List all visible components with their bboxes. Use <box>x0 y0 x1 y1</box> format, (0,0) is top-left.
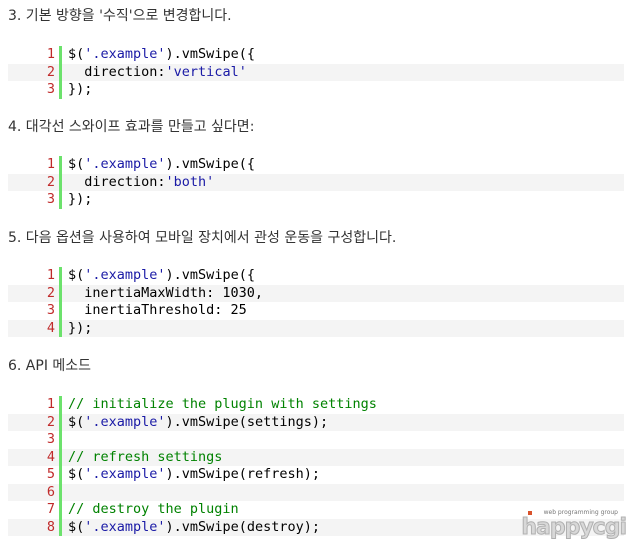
code-token: $( <box>68 46 85 62</box>
code-text: }); <box>62 320 92 338</box>
code-token: // refresh settings <box>68 448 223 465</box>
line-number: 3 <box>8 191 62 209</box>
article-page: 3. 기본 방향을 '수직'으로 변경합니다. 1 $('.example').v… <box>0 0 632 547</box>
code-text: }); <box>62 191 92 209</box>
code-token: ).vmSwipe({ <box>165 156 255 172</box>
section-3-heading: 3. 기본 방향을 '수직'으로 변경합니다. <box>8 8 232 24</box>
line-number: 1 <box>8 267 62 285</box>
line-number: 1 <box>8 156 62 174</box>
line-number: 2 <box>8 173 62 191</box>
code-line: 1 $('.example').vmSwipe({ <box>8 46 624 64</box>
code-token: $( <box>68 267 85 283</box>
code-block-inertia-options: 1 $('.example').vmSwipe({2 inertiaMaxWidt… <box>8 267 624 337</box>
code-text: $('.example').vmSwipe(settings); <box>62 414 328 432</box>
code-text: // destroy the plugin <box>62 501 239 519</box>
watermark-logo: happycgi <box>521 515 628 541</box>
code-line: 3 <box>8 431 624 449</box>
code-line: 3}); <box>8 191 624 209</box>
code-token: '.example' <box>84 156 166 172</box>
code-text: $('.example').vmSwipe(destroy); <box>62 519 320 537</box>
code-block-direction-both: 1 $('.example').vmSwipe({2 direction:'bot… <box>8 156 624 209</box>
code-line: 2 inertiaMaxWidth: 1030, <box>8 284 624 303</box>
code-text: $('.example').vmSwipe(refresh); <box>62 466 320 484</box>
line-number: 3 <box>8 302 62 320</box>
code-text: $('.example').vmSwipe({ <box>62 156 255 174</box>
code-line: 1 // initialize the plugin with settings <box>8 396 624 414</box>
line-number: 2 <box>8 63 62 81</box>
code-token: }); <box>68 319 93 336</box>
code-token: direction: <box>68 63 166 80</box>
code-token: // destroy the plugin <box>68 501 239 517</box>
code-line: 2 direction:'vertical' <box>8 63 624 82</box>
line-number: 7 <box>8 501 62 519</box>
code-token: '.example' <box>84 466 166 482</box>
code-token: ).vmSwipe(refresh); <box>165 466 320 482</box>
line-number: 4 <box>8 448 62 466</box>
line-number: 5 <box>8 466 62 484</box>
code-token: $( <box>68 413 85 430</box>
code-line: 4 // refresh settings <box>8 448 624 467</box>
line-number: 2 <box>8 284 62 302</box>
code-token: ).vmSwipe(destroy); <box>165 518 320 535</box>
code-token: inertiaThreshold: 25 <box>68 302 247 318</box>
code-token: $( <box>68 466 85 482</box>
code-token: 'vertical' <box>165 63 247 80</box>
code-token: '.example' <box>84 46 166 62</box>
code-line: 2 $('.example').vmSwipe(settings); <box>8 413 624 432</box>
line-number: 3 <box>8 81 62 99</box>
code-token: inertiaMaxWidth: 1030, <box>68 284 264 301</box>
code-line: 1 $('.example').vmSwipe({ <box>8 156 624 174</box>
code-token: direction: <box>68 173 166 190</box>
code-text: // initialize the plugin with settings <box>62 396 377 414</box>
line-number: 1 <box>8 396 62 414</box>
line-number: 8 <box>8 518 62 536</box>
code-token: }); <box>68 81 93 97</box>
section-4-heading: 4. 대각선 스와이프 효과를 만들고 싶다면: <box>8 119 255 135</box>
code-text: // refresh settings <box>62 449 222 467</box>
code-text: inertiaMaxWidth: 1030, <box>62 285 263 303</box>
line-number: 3 <box>8 431 62 449</box>
code-line: 3 inertiaThreshold: 25 <box>8 302 624 320</box>
code-text: }); <box>62 81 92 99</box>
code-token: '.example' <box>84 518 166 535</box>
code-token: '.example' <box>84 267 166 283</box>
code-token: ).vmSwipe({ <box>165 46 255 62</box>
code-block-direction-vertical: 1 $('.example').vmSwipe({2 direction:'ver… <box>8 46 624 99</box>
code-line: 4}); <box>8 319 624 338</box>
happycgi-watermark: web programming group happycgi <box>521 509 628 541</box>
line-number: 6 <box>8 483 62 501</box>
code-line: 1 $('.example').vmSwipe({ <box>8 267 624 285</box>
line-number: 1 <box>8 46 62 64</box>
code-token: }); <box>68 191 93 207</box>
code-token: '.example' <box>84 413 166 430</box>
section-5-heading: 5. 다음 옵션을 사용하여 모바일 장치에서 관성 운동을 구성합니다. <box>8 230 397 246</box>
code-token: ).vmSwipe({ <box>165 267 255 283</box>
code-text: inertiaThreshold: 25 <box>62 302 247 320</box>
code-token: // initialize the plugin with settings <box>68 396 377 412</box>
code-line: 5 $('.example').vmSwipe(refresh); <box>8 466 624 484</box>
code-text: $('.example').vmSwipe({ <box>62 267 255 285</box>
code-token: $( <box>68 156 85 172</box>
code-token: 'both' <box>165 173 215 190</box>
code-token: $( <box>68 518 85 535</box>
code-line: 6 <box>8 483 624 501</box>
code-text: direction:'vertical' <box>62 64 247 82</box>
line-number: 2 <box>8 413 62 431</box>
code-text: $('.example').vmSwipe({ <box>62 46 255 64</box>
code-line: 3}); <box>8 81 624 99</box>
code-line: 2 direction:'both' <box>8 173 624 192</box>
code-text: direction:'both' <box>62 174 214 192</box>
code-token: ).vmSwipe(settings); <box>165 413 329 430</box>
line-number: 4 <box>8 319 62 337</box>
section-6-heading: 6. API 메소드 <box>8 358 92 374</box>
